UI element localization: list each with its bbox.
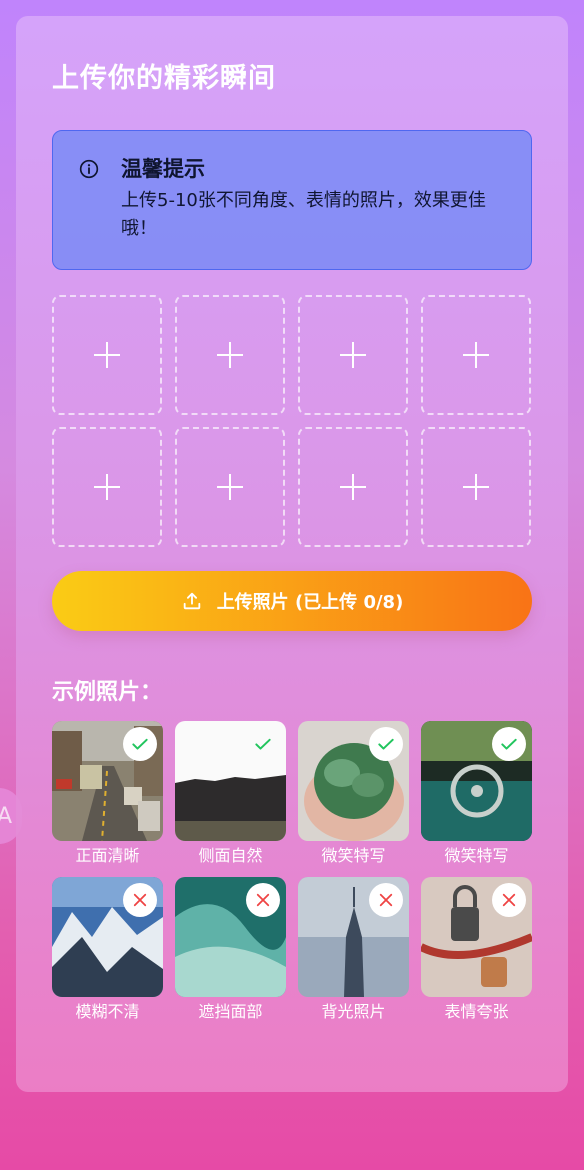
example-photo-wave	[175, 877, 286, 997]
example-photo-mountains	[52, 877, 163, 997]
example-photo-tower	[298, 877, 409, 997]
tip-body: 上传5-10张不同角度、表情的照片，效果更佳哦！	[121, 190, 486, 239]
example-photo-forest	[175, 721, 286, 841]
upload-slot[interactable]	[175, 427, 285, 547]
example-bad-exaggerated: 表情夸张	[421, 877, 532, 1022]
example-label: 侧面自然	[198, 846, 263, 865]
plus-icon	[340, 474, 366, 500]
example-label: 正面清晰	[75, 846, 140, 865]
check-icon	[132, 738, 148, 750]
upload-slot[interactable]	[175, 295, 285, 415]
check-icon	[378, 738, 394, 750]
upload-slot[interactable]	[421, 295, 531, 415]
cross-badge	[246, 883, 280, 917]
example-label: 微笑特写	[321, 846, 386, 865]
check-badge	[369, 727, 403, 761]
cross-badge	[123, 883, 157, 917]
examples-title: 示例照片：	[52, 680, 163, 705]
upload-slot[interactable]	[298, 295, 408, 415]
example-photo-street	[52, 721, 163, 841]
upload-button-label: 上传照片 (已上传 0/8)	[216, 592, 404, 613]
example-photo-locks	[421, 877, 532, 997]
upload-slot[interactable]	[52, 427, 162, 547]
info-icon	[79, 159, 99, 179]
cross-badge	[492, 883, 526, 917]
cross-icon	[133, 893, 147, 907]
upload-slot[interactable]	[52, 295, 162, 415]
check-badge	[246, 727, 280, 761]
plus-icon	[217, 474, 243, 500]
example-bad-blurry: 模糊不清	[52, 877, 163, 1022]
example-good-side: 侧面自然	[175, 721, 286, 866]
check-icon	[501, 738, 517, 750]
upload-slot[interactable]	[298, 427, 408, 547]
example-bad-backlit: 背光照片	[298, 877, 409, 1022]
example-label: 遮挡面部	[198, 1002, 263, 1021]
cross-badge	[369, 883, 403, 917]
plus-icon	[94, 474, 120, 500]
example-good-smile: 微笑特写	[298, 721, 409, 866]
check-badge	[123, 727, 157, 761]
example-photo-hands-plant	[298, 721, 409, 841]
plus-icon	[340, 342, 366, 368]
example-label: 背光照片	[321, 1002, 386, 1021]
check-badge	[492, 727, 526, 761]
example-label: 微笑特写	[444, 846, 509, 865]
floating-bubble-letter: A	[0, 803, 12, 829]
check-icon	[255, 738, 271, 750]
page-title: 上传你的精彩瞬间	[52, 63, 276, 94]
upload-slot[interactable]	[421, 427, 531, 547]
cross-icon	[502, 893, 516, 907]
cross-icon	[379, 893, 393, 907]
upload-photos-button[interactable]: 上传照片 (已上传 0/8)	[52, 571, 532, 631]
plus-icon	[463, 342, 489, 368]
tip-title: 温馨提示	[121, 157, 205, 181]
upload-card: 上传你的精彩瞬间 温馨提示 上传5-10张不同角度、表情的照片，效果更佳哦！ 上…	[16, 16, 568, 1092]
example-good-smile-2: 微笑特写	[421, 721, 532, 866]
cross-icon	[256, 893, 270, 907]
example-photo-car-interior	[421, 721, 532, 841]
plus-icon	[217, 342, 243, 368]
upload-icon	[183, 592, 200, 610]
plus-icon	[94, 342, 120, 368]
tip-box: 温馨提示 上传5-10张不同角度、表情的照片，效果更佳哦！	[52, 130, 532, 270]
example-bad-covered: 遮挡面部	[175, 877, 286, 1022]
example-label: 表情夸张	[444, 1002, 509, 1021]
example-label: 模糊不清	[75, 1002, 140, 1021]
example-good-front: 正面清晰	[52, 721, 163, 866]
plus-icon	[463, 474, 489, 500]
